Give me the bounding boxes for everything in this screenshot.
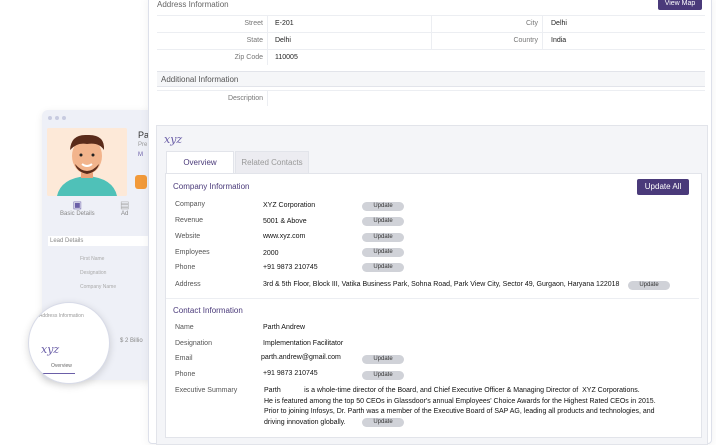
revenue-label: Revenue (175, 217, 204, 224)
executive-summary-text: Parth is a whole-time director of the Bo… (264, 386, 684, 428)
country-value: India (551, 37, 567, 44)
background-orange-badge (135, 175, 147, 189)
state-value: Delhi (275, 37, 291, 44)
section-divider (166, 298, 699, 299)
email-value: parth.andrew@gmail.com (261, 354, 341, 361)
avatar (47, 128, 127, 196)
website-update-button[interactable]: Update (362, 233, 404, 242)
circle-tab-underline (35, 373, 75, 374)
bg-row-company: Company Name (80, 284, 117, 290)
website-value: www.xyz.com (263, 233, 306, 240)
revenue-update-button[interactable]: Update (362, 217, 404, 226)
employees-label: Employees (175, 249, 210, 256)
website-label: Website (175, 233, 201, 240)
company-phone-label: Phone (175, 264, 196, 271)
tab-overview[interactable]: Overview (166, 151, 234, 174)
basic-details-label: Basic Details (60, 211, 95, 217)
name-label: Name (175, 324, 194, 331)
circle-tab: Overview (51, 363, 72, 369)
company-phone-value: +91 9873 210745 (263, 264, 318, 271)
bg-row-first-name: First Name (80, 256, 105, 262)
additional-section-title: Additional Information (157, 71, 705, 87)
summary-update-button[interactable]: Update (362, 418, 404, 427)
designation-label: Designation (175, 340, 212, 347)
employees-update-button[interactable]: Update (362, 248, 404, 257)
contact-phone-value: +91 9873 210745 (263, 370, 318, 377)
name-value: Parth Andrew (263, 324, 306, 331)
company-phone-update-button[interactable]: Update (362, 263, 404, 272)
column-divider-2 (431, 15, 432, 49)
address-update-button[interactable]: Update (628, 281, 670, 290)
country-label: Country (513, 37, 538, 44)
additional-row-description: Description (157, 90, 705, 107)
contact-phone-label: Phone (175, 371, 196, 378)
circle-label: Address Information (39, 313, 84, 319)
email-update-button[interactable]: Update (362, 355, 404, 364)
description-label: Description (227, 95, 263, 102)
company-label: Company (175, 201, 205, 208)
background-subtitle: Pre (138, 142, 148, 148)
summary-line-4: driving innovation globally. (264, 418, 346, 426)
window-dots (48, 116, 66, 120)
email-label: Email (175, 355, 193, 362)
column-divider (267, 15, 268, 65)
summary-line-3: Prior to joining Infosys, Dr. Parth was … (264, 408, 655, 415)
document-icon: ▤ (120, 200, 130, 211)
designation-value: Implementation Facilitator (263, 340, 344, 347)
update-all-button[interactable]: Update All (637, 179, 689, 195)
zip-label: Zip Code (234, 54, 263, 61)
additional-label: Ad (121, 211, 129, 217)
address-row-zip: Zip Code 110005 (157, 49, 705, 66)
contact-phone-update-button[interactable]: Update (362, 371, 404, 380)
zip-value: 110005 (275, 54, 298, 61)
company-update-button[interactable]: Update (362, 202, 404, 211)
address-value: 3rd & 5th Floor, Block III, Vatika Busin… (263, 281, 620, 288)
column-divider-4 (267, 90, 268, 106)
city-label: City (525, 20, 538, 27)
contact-information-title: Contact Information (173, 306, 243, 315)
company-logo: xyz (164, 133, 183, 146)
view-map-button[interactable]: View Map (658, 0, 702, 10)
street-value: E-201 (275, 20, 294, 27)
summary-line-1: Parth is a whole-time director of the Bo… (264, 387, 640, 394)
bg-row-designation: Designation (80, 270, 107, 276)
revenue-value: 5001 & Above (263, 218, 307, 225)
circle-logo: xyz (41, 343, 60, 356)
background-subtitle-2: M (138, 152, 143, 158)
company-information-title: Company Information (173, 182, 250, 191)
basic-details-tab: ▣ Basic Details (60, 200, 95, 217)
employees-value: 2000 (263, 250, 279, 257)
city-value: Delhi (551, 20, 567, 27)
state-label: State (246, 37, 263, 44)
address-section-title: Address Information (157, 0, 229, 9)
magnifier-circle: Address Information xyz Overview (28, 302, 110, 384)
company-value: XYZ Corporation (263, 202, 316, 209)
street-label: Street (244, 20, 263, 27)
column-divider-3 (542, 15, 543, 49)
additional-tab: ▤ Ad (120, 200, 129, 217)
summary-line-2: He is featured among the top 50 CEOs in … (264, 397, 656, 405)
executive-summary-label: Executive Summary (175, 387, 238, 394)
id-card-icon: ▣ (72, 200, 83, 211)
lead-details-header: Lead Details (48, 236, 150, 246)
address-label: Address (175, 281, 201, 288)
tab-related-contacts[interactable]: Related Contacts (235, 151, 309, 175)
bg-amount: $ 2 Billio (120, 338, 143, 344)
